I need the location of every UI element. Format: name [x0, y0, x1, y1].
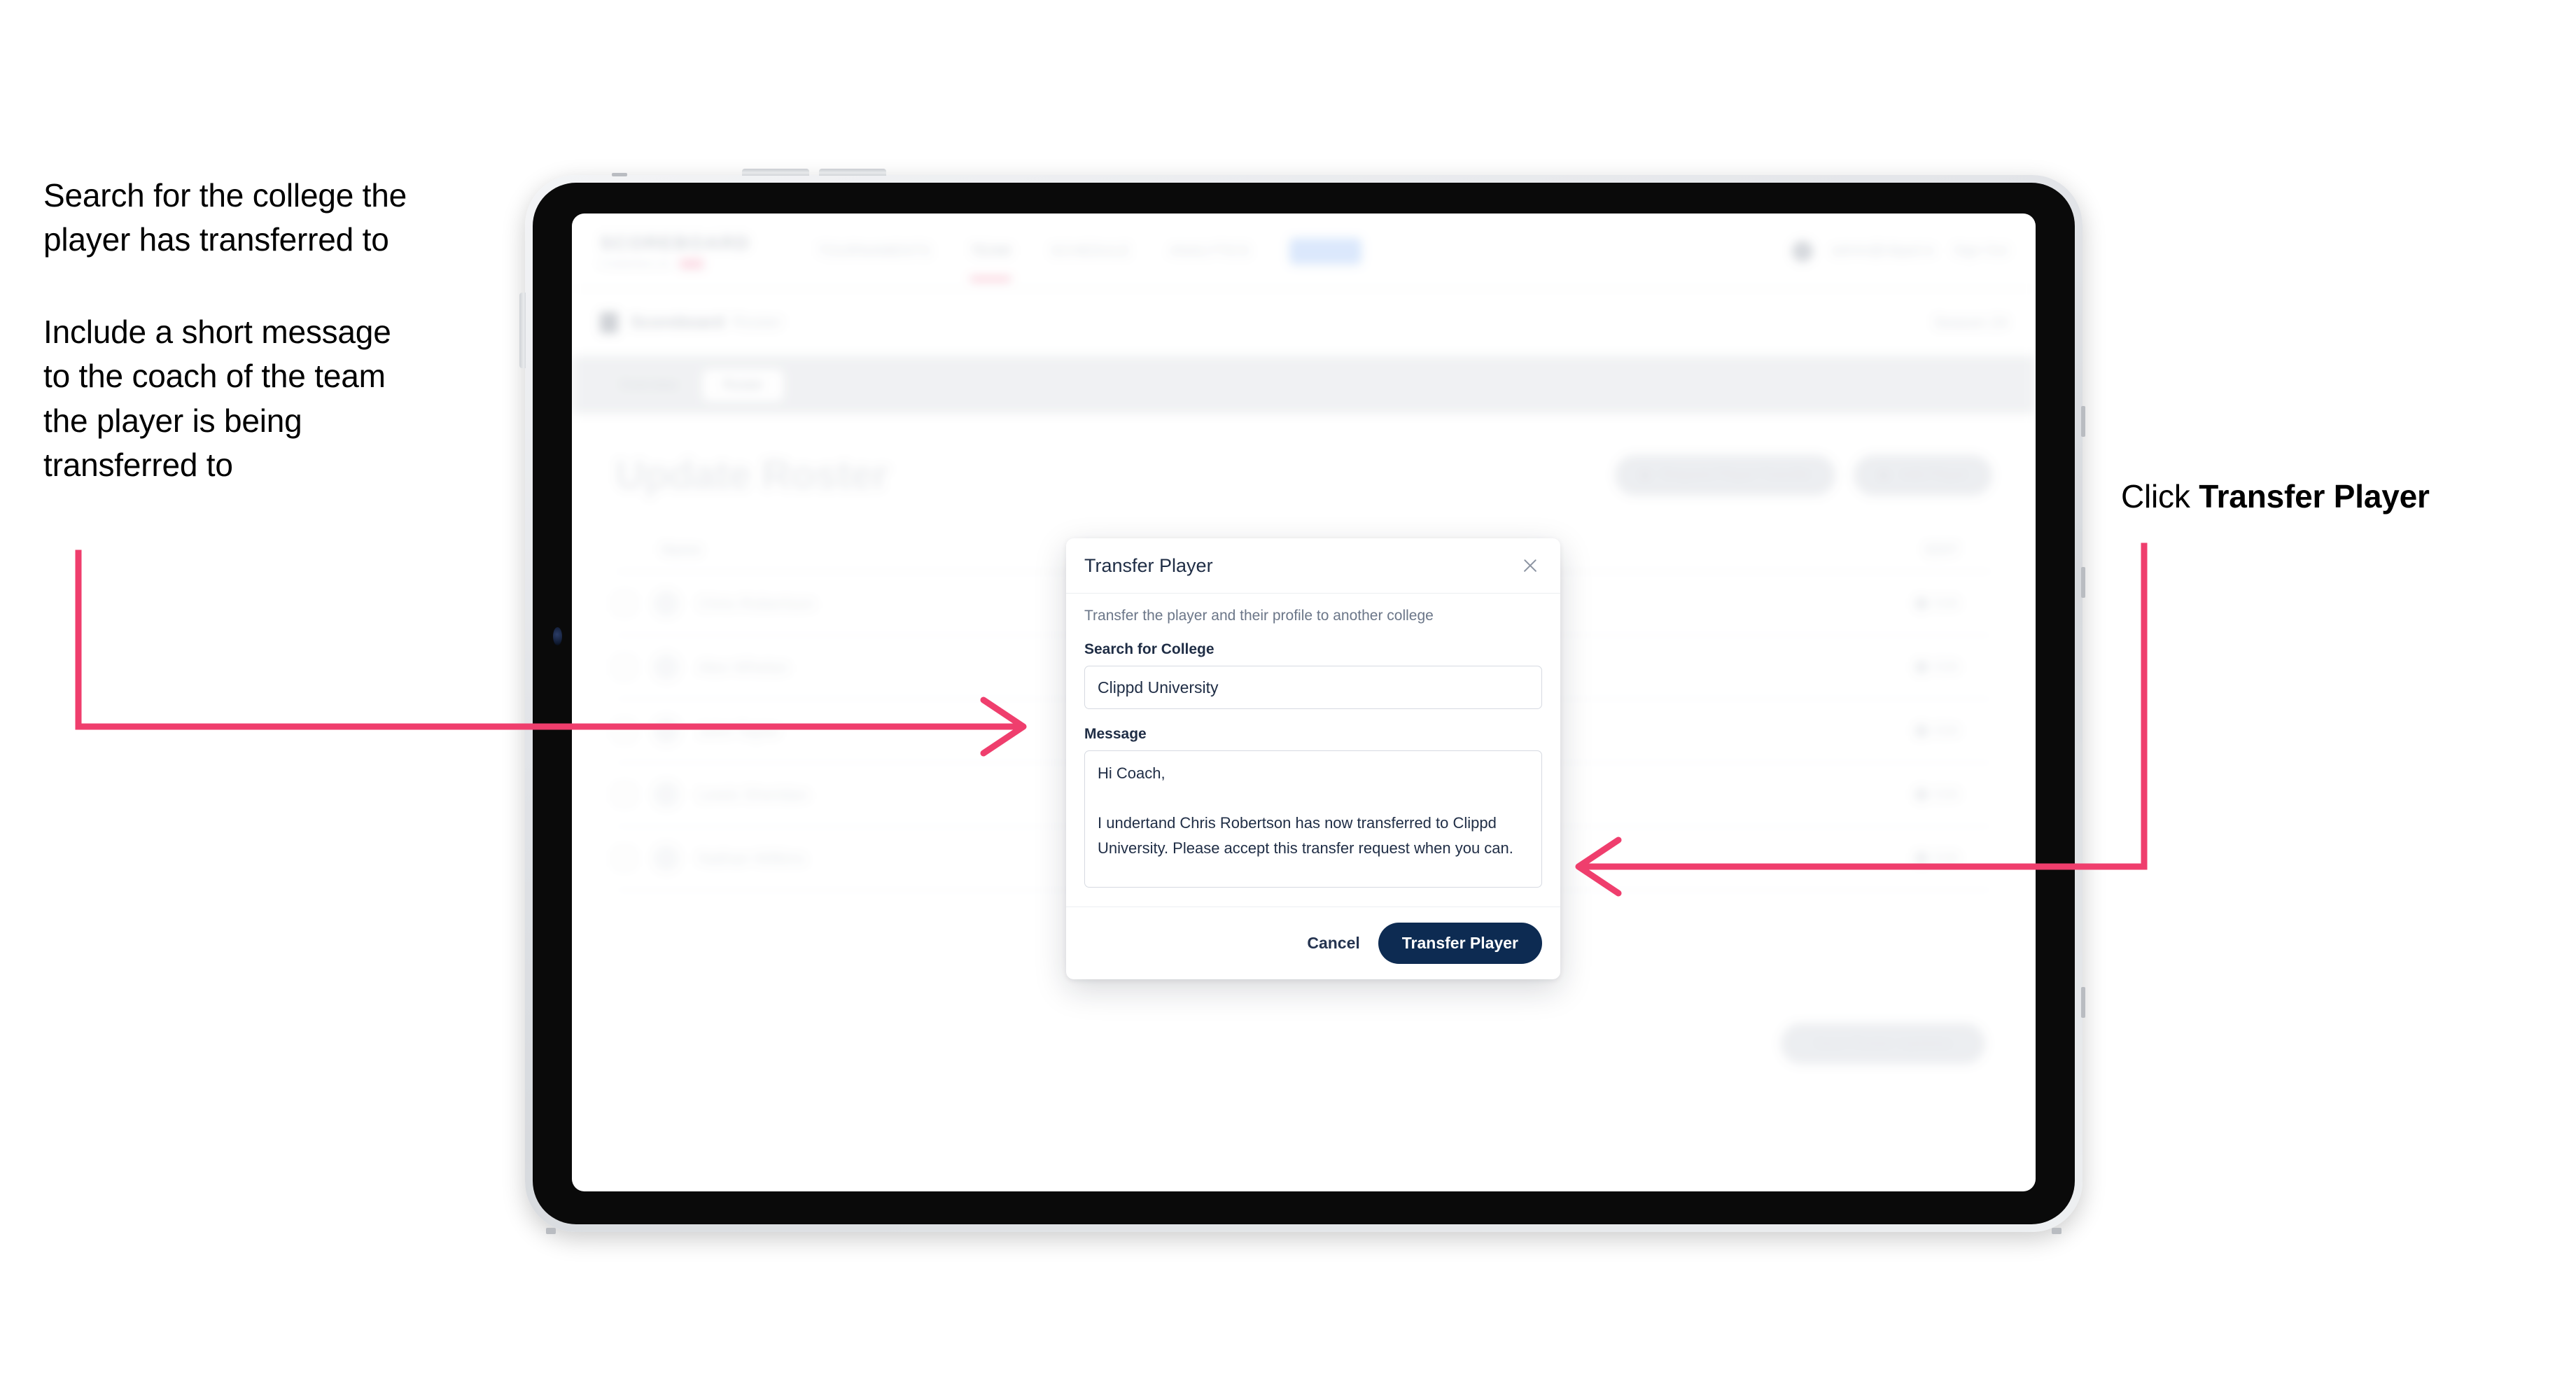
- modal-description: Transfer the player and their profile to…: [1084, 608, 1434, 624]
- annotation-left-line-3: Include a short message: [43, 313, 391, 350]
- annotation-left-line-2: player has transferred to: [43, 221, 389, 258]
- close-icon[interactable]: [1518, 554, 1542, 578]
- antenna-line-right-3: [2081, 987, 2085, 1018]
- power-button[interactable]: [519, 293, 526, 368]
- annotation-left-line-5: the player is being: [43, 402, 302, 439]
- message-textarea[interactable]: [1084, 750, 1542, 888]
- modal-title: Transfer Player: [1084, 554, 1213, 576]
- annotation-right-prefix: Click: [2121, 478, 2199, 514]
- transfer-player-button[interactable]: Transfer Player: [1378, 923, 1542, 964]
- antenna-line-bottom-right: [2052, 1228, 2062, 1234]
- transfer-player-modal: Transfer Player Transfer the player and …: [1066, 538, 1560, 979]
- antenna-line-right-2: [2081, 567, 2085, 598]
- antenna-line-right-1: [2081, 406, 2085, 437]
- antenna-line-top: [612, 173, 627, 176]
- tablet-device: SCOREBOARD POWERED BY TOURNAMENTS TEAM S…: [519, 169, 2085, 1234]
- modal-body: Transfer the player and their profile to…: [1066, 594, 1560, 906]
- annotation-left-line-4: to the coach of the team: [43, 358, 386, 395]
- antenna-line-bottom-left: [546, 1228, 556, 1234]
- annotation-left: Search for the college the player has tr…: [43, 174, 491, 488]
- annotation-left-paragraph-1: Search for the college the player has tr…: [43, 174, 491, 262]
- annotation-right-bold: Transfer Player: [2199, 478, 2430, 514]
- field-spacer: [1084, 709, 1542, 726]
- volume-up-button[interactable]: [742, 169, 809, 176]
- cancel-button[interactable]: Cancel: [1307, 934, 1359, 953]
- modal-footer: Cancel Transfer Player: [1066, 906, 1560, 979]
- annotation-left-paragraph-2: Include a short message to the coach of …: [43, 310, 491, 488]
- volume-down-button[interactable]: [819, 169, 886, 176]
- annotation-right: Click Transfer Player: [2121, 475, 2430, 518]
- annotation-left-line-1: Search for the college the: [43, 177, 407, 214]
- college-field-label: Search for College: [1084, 641, 1214, 657]
- search-college-input[interactable]: [1084, 666, 1542, 709]
- screenshot-root: Search for the college the player has tr…: [0, 0, 2576, 1386]
- device-screen: SCOREBOARD POWERED BY TOURNAMENTS TEAM S…: [572, 214, 2036, 1191]
- modal-header: Transfer Player: [1066, 538, 1560, 594]
- annotation-left-line-6: transferred to: [43, 447, 233, 484]
- front-camera-icon: [553, 627, 562, 645]
- message-field-label: Message: [1084, 726, 1147, 742]
